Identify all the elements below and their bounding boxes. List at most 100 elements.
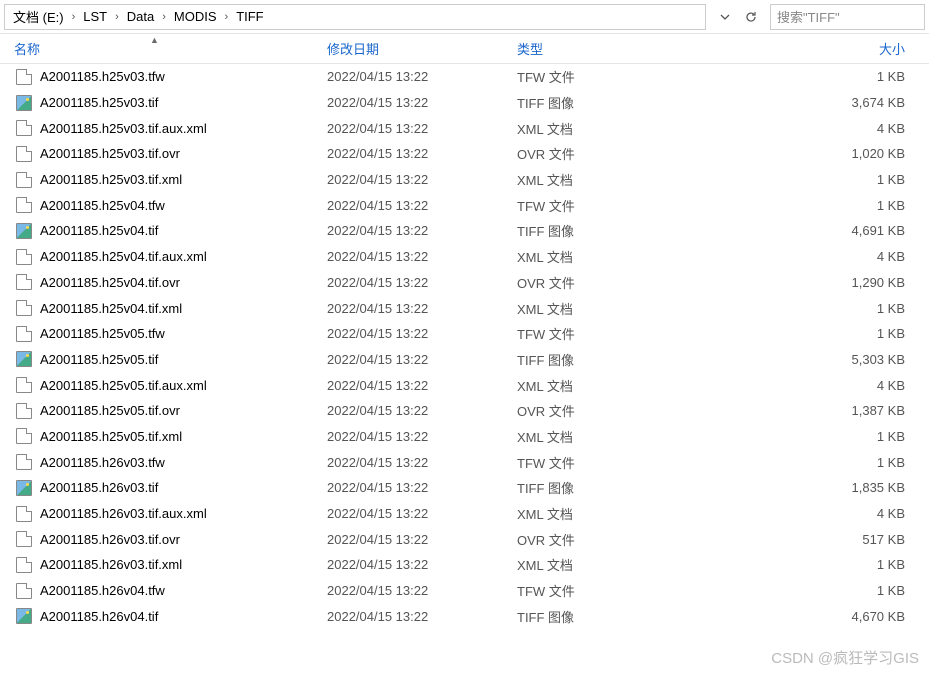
file-row[interactable]: A2001185.h25v05.tif.ovr2022/04/15 13:22O… [0,398,929,424]
generic-file-icon [16,146,32,162]
file-name: A2001185.h25v05.tif.aux.xml [40,378,207,393]
file-name: A2001185.h26v03.tif.xml [40,557,182,572]
column-headers: 名称 修改日期 类型 大小 ▲ [0,34,929,64]
generic-file-icon [16,506,32,522]
chevron-right-icon[interactable]: › [66,11,82,23]
image-file-icon [16,95,32,111]
file-type: XML 文档 [507,376,657,395]
header-type[interactable]: 类型 [507,39,657,58]
file-name: A2001185.h25v03.tif.aux.xml [40,121,207,136]
file-row[interactable]: A2001185.h25v03.tif.ovr2022/04/15 13:22O… [0,141,929,167]
generic-file-icon [16,454,32,470]
file-size: 3,674 KB [657,95,929,110]
file-size: 1 KB [657,583,929,598]
image-file-icon [16,223,32,239]
generic-file-icon [16,249,32,265]
file-row[interactable]: A2001185.h25v04.tif.aux.xml2022/04/15 13… [0,244,929,270]
file-name: A2001185.h25v03.tif.xml [40,172,182,187]
breadcrumb-segment[interactable]: LST [81,9,109,24]
file-size: 1 KB [657,69,929,84]
file-type: XML 文档 [507,247,657,266]
file-type: OVR 文件 [507,530,657,549]
file-type: OVR 文件 [507,401,657,420]
breadcrumb-segment[interactable]: TIFF [234,9,265,24]
file-name: A2001185.h25v04.tif [40,223,158,238]
file-size: 1 KB [657,172,929,187]
image-file-icon [16,480,32,496]
file-name: A2001185.h25v03.tfw [40,69,165,84]
file-name: A2001185.h25v05.tif.ovr [40,403,180,418]
file-name: A2001185.h25v05.tfw [40,326,165,341]
file-row[interactable]: A2001185.h26v03.tif.aux.xml 2022/04/15 13… [0,501,929,527]
breadcrumb-segment[interactable]: MODIS [172,9,219,24]
image-file-icon [16,351,32,367]
file-row[interactable]: A2001185.h26v04.tfw2022/04/15 13:22TFW 文… [0,578,929,604]
file-size: 1 KB [657,429,929,444]
file-row[interactable]: A2001185.h25v05.tif.aux.xml2022/04/15 13… [0,372,929,398]
file-date: 2022/04/15 13:22 [317,455,507,470]
file-row[interactable]: A2001185.h25v03.tif.xml2022/04/15 13:22X… [0,167,929,193]
file-type: TIFF 图像 [507,221,657,240]
file-type: OVR 文件 [507,273,657,292]
file-size: 1 KB [657,198,929,213]
dropdown-history-button[interactable] [712,4,738,30]
file-date: 2022/04/15 13:22 [317,223,507,238]
file-row[interactable]: A2001185.h25v04.tfw2022/04/15 13:22TFW 文… [0,192,929,218]
file-row[interactable]: A2001185.h26v03.tfw2022/04/15 13:22TFW 文… [0,449,929,475]
file-size: 1,835 KB [657,480,929,495]
generic-file-icon [16,274,32,290]
generic-file-icon [16,197,32,213]
file-name: A2001185.h25v05.tif [40,352,158,367]
file-row[interactable]: A2001185.h25v03.tif2022/04/15 13:22TIFF … [0,90,929,116]
file-size: 517 KB [657,532,929,547]
generic-file-icon [16,69,32,85]
file-date: 2022/04/15 13:22 [317,146,507,161]
file-date: 2022/04/15 13:22 [317,172,507,187]
file-size: 4 KB [657,249,929,264]
refresh-button[interactable] [738,4,764,30]
file-date: 2022/04/15 13:22 [317,429,507,444]
file-type: TFW 文件 [507,453,657,472]
file-row[interactable]: A2001185.h25v05.tif2022/04/15 13:22TIFF … [0,347,929,373]
breadcrumb-segment[interactable]: 文档 (E:) [11,7,66,26]
file-row[interactable]: A2001185.h26v03.tif.xml2022/04/15 13:22X… [0,552,929,578]
file-row[interactable]: A2001185.h25v05.tif.xml2022/04/15 13:22X… [0,424,929,450]
chevron-right-icon[interactable]: › [109,11,125,23]
file-type: XML 文档 [507,504,657,523]
breadcrumb[interactable]: 文档 (E:)›LST›Data›MODIS›TIFF [4,4,706,30]
file-name: A2001185.h26v03.tif.aux.xml [40,506,207,521]
file-date: 2022/04/15 13:22 [317,69,507,84]
file-row[interactable]: A2001185.h26v04.tif2022/04/15 13:22TIFF … [0,603,929,629]
image-file-icon [16,608,32,624]
file-type: TFW 文件 [507,196,657,215]
file-type: TIFF 图像 [507,93,657,112]
generic-file-icon [16,172,32,188]
file-row[interactable]: A2001185.h25v03.tif.aux.xml2022/04/15 13… [0,115,929,141]
header-date[interactable]: 修改日期 [317,39,507,58]
file-type: XML 文档 [507,427,657,446]
file-row[interactable]: A2001185.h26v03.tif.ovr2022/04/15 13:22O… [0,526,929,552]
generic-file-icon [16,583,32,599]
file-size: 1 KB [657,557,929,572]
file-name: A2001185.h25v04.tfw [40,198,165,213]
file-name: A2001185.h25v04.tif.aux.xml [40,249,207,264]
chevron-right-icon[interactable]: › [156,11,172,23]
file-date: 2022/04/15 13:22 [317,557,507,572]
file-row[interactable]: A2001185.h25v04.tif 2022/04/15 13:22TIFF … [0,218,929,244]
file-size: 4,691 KB [657,223,929,238]
file-date: 2022/04/15 13:22 [317,275,507,290]
file-size: 4 KB [657,378,929,393]
search-input[interactable]: 搜索"TIFF" [770,4,925,30]
file-date: 2022/04/15 13:22 [317,506,507,521]
header-size[interactable]: 大小 [657,39,929,58]
chevron-right-icon[interactable]: › [219,11,235,23]
breadcrumb-segment[interactable]: Data [125,9,156,24]
file-row[interactable]: A2001185.h25v03.tfw2022/04/15 13:22TFW 文… [0,64,929,90]
file-name: A2001185.h26v04.tfw [40,583,165,598]
file-row[interactable]: A2001185.h26v03.tif2022/04/15 13:22TIFF … [0,475,929,501]
file-name: A2001185.h25v03.tif.ovr [40,146,180,161]
file-row[interactable]: A2001185.h25v05.tfw2022/04/15 13:22TFW 文… [0,321,929,347]
file-type: XML 文档 [507,299,657,318]
file-row[interactable]: A2001185.h25v04.tif.ovr2022/04/15 13:22O… [0,270,929,296]
file-row[interactable]: A2001185.h25v04.tif.xml2022/04/15 13:22X… [0,295,929,321]
